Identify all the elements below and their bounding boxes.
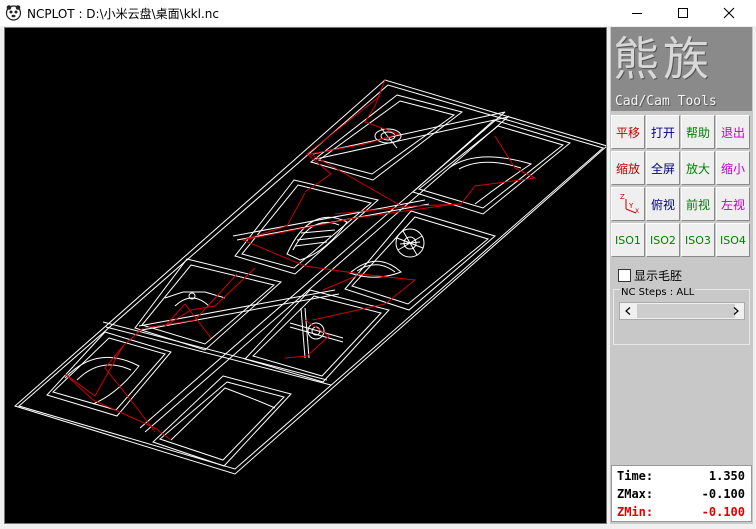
zmin-value: -0.100 (701, 505, 745, 519)
time-value: 1.350 (708, 469, 745, 483)
brand-logo: 熊族 Cad/Cam Tools (611, 27, 752, 111)
iso3-button[interactable]: ISO3 (681, 223, 715, 257)
scroll-thumb[interactable] (637, 304, 735, 318)
minimize-button[interactable] (614, 0, 660, 26)
zmax-value: -0.100 (701, 487, 745, 501)
chevron-right-icon (733, 307, 739, 315)
control-panel: 熊族 Cad/Cam Tools 平移 打开 帮助 退出 缩放 全屏 放大 缩小… (610, 27, 753, 524)
zoom-out-button[interactable]: 缩小 (716, 151, 750, 185)
maximize-icon (678, 8, 688, 18)
left-view-button[interactable]: 左视 (716, 187, 750, 221)
zoom-out-label: 缩小 (720, 161, 745, 176)
help-label: 帮助 (685, 125, 710, 140)
pan-button[interactable]: 平移 (611, 115, 645, 149)
stats-box: Time: 1.350 ZMax: -0.100 ZMin: -0.100 (611, 465, 752, 522)
open-button[interactable]: 打开 (646, 115, 680, 149)
iso1-button[interactable]: ISO1 (611, 223, 645, 257)
close-button[interactable] (706, 0, 752, 26)
nc-steps-label: NC Steps : ALL (620, 287, 696, 298)
zmax-row: ZMax: -0.100 (617, 487, 745, 503)
zmax-label: ZMax: (617, 487, 654, 501)
left-view-label: 左视 (720, 197, 745, 212)
window-title: NCPLOT : D:\小米云盘\桌面\kkl.nc (27, 7, 219, 21)
zoom-in-label: 放大 (685, 161, 710, 176)
toolpath-plot-canvas[interactable] (4, 27, 607, 524)
zmin-label: ZMin: (617, 505, 654, 519)
svg-text:Z: Z (620, 193, 625, 201)
title-bar: NCPLOT : D:\小米云盘\桌面\kkl.nc (0, 0, 756, 26)
scroll-right-button[interactable] (728, 303, 744, 319)
zoom-in-button[interactable]: 放大 (681, 151, 715, 185)
logo-english-text: Cad/Cam Tools (615, 94, 717, 109)
iso1-label: ISO1 (615, 233, 641, 247)
scroll-left-button[interactable] (620, 303, 636, 319)
show-stock-label: 显示毛胚 (634, 269, 683, 283)
iso4-button[interactable]: ISO4 (716, 223, 750, 257)
top-view-label: 俯视 (650, 197, 675, 212)
pan-label: 平移 (615, 125, 640, 140)
help-button[interactable]: 帮助 (681, 115, 715, 149)
ncplot-app-icon[interactable] (5, 4, 22, 21)
axes-icon: Z Y X (620, 193, 639, 215)
nc-steps-scrollbar[interactable] (619, 302, 745, 320)
exit-button[interactable]: 退出 (716, 115, 750, 149)
svg-text:X: X (635, 208, 639, 215)
top-view-button[interactable]: 俯视 (646, 187, 680, 221)
fit-screen-button[interactable]: 全屏 (646, 151, 680, 185)
svg-text:Y: Y (628, 202, 634, 210)
chevron-left-icon (625, 307, 631, 315)
logo-chinese-text: 熊族 (613, 32, 713, 86)
maximize-button[interactable] (660, 0, 706, 26)
front-view-button[interactable]: 前视 (681, 187, 715, 221)
exit-label: 退出 (720, 125, 745, 140)
fit-screen-label: 全屏 (650, 161, 675, 176)
zoom-label: 缩放 (615, 161, 640, 176)
toolpath-lines (14, 79, 606, 475)
iso3-label: ISO3 (685, 233, 711, 247)
close-icon (723, 7, 735, 19)
show-stock-checkbox-row[interactable]: 显示毛胚 (618, 267, 682, 284)
front-view-label: 前视 (685, 197, 710, 212)
minimize-icon (632, 13, 642, 14)
time-label: Time: (617, 469, 654, 483)
nc-steps-group: NC Steps : ALL (613, 287, 750, 345)
iso2-button[interactable]: ISO2 (646, 223, 680, 257)
iso4-label: ISO4 (720, 233, 746, 247)
show-stock-checkbox[interactable] (618, 269, 631, 282)
axes-view-button[interactable]: Z Y X (611, 187, 645, 221)
open-label: 打开 (650, 125, 675, 140)
toolpath-plot[interactable] (5, 28, 606, 523)
zmin-row: ZMin: -0.100 (617, 505, 745, 521)
zoom-button[interactable]: 缩放 (611, 151, 645, 185)
iso2-label: ISO2 (650, 233, 676, 247)
time-row: Time: 1.350 (617, 469, 745, 485)
